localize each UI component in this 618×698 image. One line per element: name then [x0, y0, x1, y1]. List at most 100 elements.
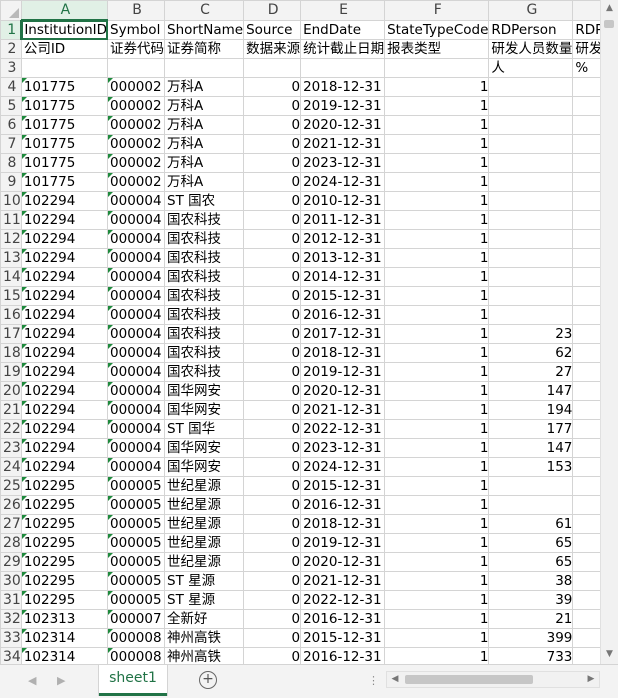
horizontal-scroll-thumb[interactable] [405, 675, 533, 684]
row-header[interactable]: 13 [0, 248, 22, 268]
cell[interactable]: 102295 [20, 590, 109, 610]
cell[interactable]: 000004 [107, 267, 166, 287]
row-header[interactable]: 10 [0, 191, 22, 211]
cell[interactable]: 000002 [107, 77, 166, 97]
cell[interactable]: 0 [243, 267, 302, 287]
cell[interactable]: 1 [384, 590, 490, 610]
cell[interactable]: 000004 [107, 229, 166, 249]
scroll-up-arrow-icon[interactable]: ▲ [601, 0, 618, 17]
cell[interactable]: 神州高铁 [164, 628, 245, 648]
row-header[interactable]: 14 [0, 267, 22, 287]
column-header[interactable]: F [384, 0, 490, 21]
cell[interactable]: 1 [384, 229, 490, 249]
cell[interactable]: 0 [243, 172, 302, 192]
cell[interactable] [488, 153, 574, 173]
cell[interactable]: 000004 [107, 286, 166, 306]
cell[interactable]: 0 [243, 191, 302, 211]
column-header[interactable]: E [300, 0, 386, 21]
cell[interactable] [488, 115, 574, 135]
cell[interactable]: 世纪星源 [164, 495, 245, 515]
row-header[interactable]: 16 [0, 305, 22, 325]
cell[interactable]: 147 [488, 381, 574, 401]
cell[interactable]: 102294 [20, 229, 109, 249]
spreadsheet-grid[interactable]: ABCDEFGH 1InstitutionIDSymbolShortNameSo… [0, 0, 600, 664]
scroll-left-arrow-icon[interactable]: ◀ [387, 672, 403, 687]
cell[interactable]: 000002 [107, 134, 166, 154]
cell[interactable]: 0 [243, 343, 302, 363]
row-header[interactable]: 18 [0, 343, 22, 363]
cell[interactable]: 2016-12-31 [300, 495, 386, 515]
cell[interactable]: 国华网安 [164, 381, 245, 401]
cell[interactable]: 0 [243, 286, 302, 306]
cell[interactable]: ST 国农 [164, 191, 245, 211]
cell[interactable]: 102294 [20, 267, 109, 287]
cell[interactable]: 0 [243, 419, 302, 439]
cell[interactable]: 102295 [20, 552, 109, 572]
cell[interactable]: 2011-12-31 [300, 210, 386, 230]
cell[interactable]: 1 [384, 115, 490, 135]
cell[interactable]: 000005 [107, 571, 166, 591]
cell[interactable]: 2019-12-31 [300, 533, 386, 553]
cell[interactable] [572, 305, 600, 325]
next-sheet-icon[interactable]: ▶ [57, 674, 65, 687]
cell[interactable]: 0 [243, 609, 302, 629]
cell[interactable]: 2022-12-31 [300, 419, 386, 439]
cell[interactable] [572, 476, 600, 496]
row-header[interactable]: 4 [0, 77, 22, 97]
cell[interactable]: 0 [243, 77, 302, 97]
cell[interactable]: 2019-12-31 [300, 96, 386, 116]
row-header[interactable]: 6 [0, 115, 22, 135]
cell[interactable] [572, 210, 600, 230]
cell[interactable] [488, 305, 574, 325]
cell[interactable]: 0 [243, 153, 302, 173]
column-header[interactable]: D [243, 0, 302, 21]
cell[interactable]: 000002 [107, 115, 166, 135]
cell[interactable]: 102314 [20, 628, 109, 648]
cell[interactable]: 万科A [164, 77, 245, 97]
cell[interactable]: 101775 [20, 172, 109, 192]
cell[interactable]: 102294 [20, 381, 109, 401]
cell[interactable]: 8.19 [572, 514, 600, 534]
cell[interactable]: 世纪星源 [164, 514, 245, 534]
cell[interactable] [488, 77, 574, 97]
cell[interactable] [488, 248, 574, 268]
cell[interactable]: 2012-12-31 [300, 229, 386, 249]
cell[interactable]: 1 [384, 628, 490, 648]
cell[interactable]: 世纪星源 [164, 552, 245, 572]
cell[interactable]: 0 [243, 229, 302, 249]
cell[interactable]: 9.56 [572, 533, 600, 553]
cell[interactable]: 50.66 [572, 457, 600, 477]
cell[interactable]: 0 [243, 400, 302, 420]
cell[interactable]: 102295 [20, 495, 109, 515]
cell[interactable]: 2023-12-31 [300, 438, 386, 458]
cell[interactable]: 国农科技 [164, 267, 245, 287]
vertical-scrollbar[interactable]: ▲ ▼ [600, 0, 618, 664]
cell[interactable]: 1 [384, 533, 490, 553]
cell[interactable] [488, 267, 574, 287]
cell[interactable]: 000004 [107, 248, 166, 268]
cell[interactable] [488, 172, 574, 192]
cell[interactable]: 国农科技 [164, 324, 245, 344]
cell[interactable]: 1 [384, 153, 490, 173]
cell[interactable]: 000002 [107, 153, 166, 173]
column-header[interactable]: B [107, 0, 166, 21]
cell[interactable]: 15.29 [572, 628, 600, 648]
row-header[interactable]: 21 [0, 400, 22, 420]
cell[interactable]: 2018-12-31 [300, 343, 386, 363]
cell[interactable]: 0 [243, 628, 302, 648]
cell[interactable]: 0 [243, 571, 302, 591]
cell[interactable]: 102294 [20, 400, 109, 420]
cell[interactable]: 国农科技 [164, 286, 245, 306]
cell[interactable] [243, 58, 302, 78]
cell[interactable]: 101775 [20, 96, 109, 116]
row-header[interactable]: 27 [0, 514, 22, 534]
cell[interactable]: 0 [243, 362, 302, 382]
cell[interactable]: 1 [384, 476, 490, 496]
cell[interactable]: 国农科技 [164, 362, 245, 382]
cell[interactable]: 1 [384, 647, 490, 664]
cell[interactable]: 2015-12-31 [300, 286, 386, 306]
cell[interactable]: ST 星源 [164, 571, 245, 591]
prev-sheet-icon[interactable]: ◀ [28, 674, 36, 687]
select-all-corner[interactable] [0, 0, 22, 21]
cell[interactable] [164, 58, 245, 78]
